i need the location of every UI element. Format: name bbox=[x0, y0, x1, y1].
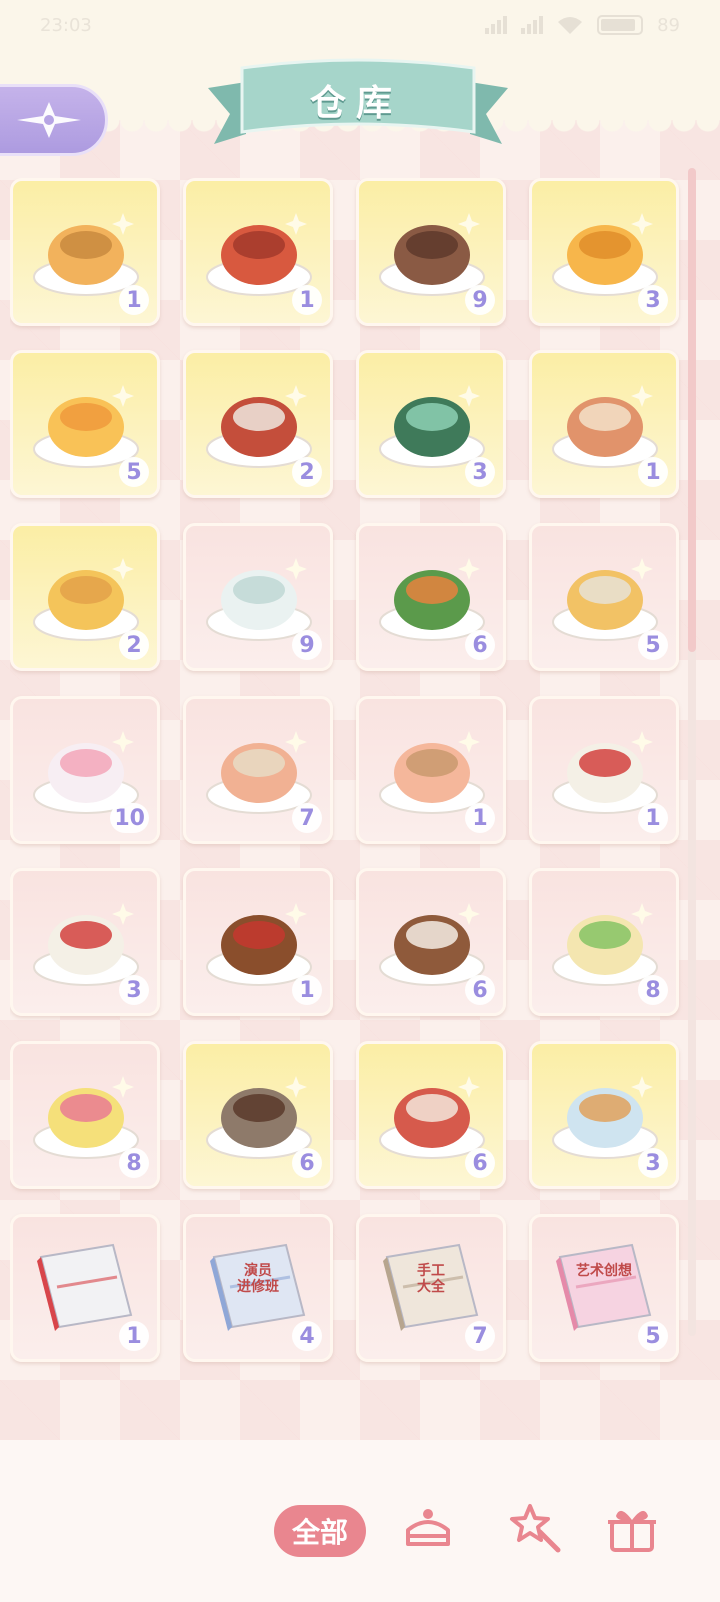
item-tile[interactable]: 1 bbox=[183, 868, 333, 1016]
item-count-badge: 3 bbox=[638, 1148, 668, 1178]
item-tile[interactable]: 3 bbox=[356, 350, 506, 498]
item-tile[interactable]: 8 bbox=[529, 868, 679, 1016]
tab-all[interactable]: 全部 bbox=[274, 1505, 366, 1557]
book-title-label: 演员 进修班 bbox=[237, 1263, 279, 1295]
item-count-badge: 9 bbox=[465, 285, 495, 315]
item-count-badge: 9 bbox=[292, 630, 322, 660]
item-count-badge: 8 bbox=[638, 975, 668, 1005]
item-tile[interactable]: 3 bbox=[529, 178, 679, 326]
item-tile[interactable]: 9 bbox=[356, 178, 506, 326]
item-count-badge: 6 bbox=[292, 1148, 322, 1178]
item-tile[interactable]: 5 bbox=[529, 523, 679, 671]
page-title: 仓库 bbox=[309, 83, 402, 124]
item-count-badge: 2 bbox=[119, 630, 149, 660]
signal-icon bbox=[485, 16, 508, 34]
item-count-badge: 1 bbox=[119, 1321, 149, 1351]
signal-icon-2 bbox=[521, 16, 544, 34]
item-tile[interactable]: 6 bbox=[356, 1041, 506, 1189]
item-count-badge: 1 bbox=[638, 457, 668, 487]
item-tile[interactable]: 3 bbox=[10, 868, 160, 1016]
status-bar: 23:03 89 bbox=[0, 0, 720, 50]
item-tile[interactable]: 2 bbox=[183, 350, 333, 498]
item-tile[interactable]: 3 bbox=[529, 1041, 679, 1189]
item-tile[interactable]: 1 bbox=[10, 178, 160, 326]
item-count-badge: 7 bbox=[465, 1321, 495, 1351]
item-count-badge: 1 bbox=[292, 285, 322, 315]
item-count-badge: 1 bbox=[119, 285, 149, 315]
status-time: 23:03 bbox=[40, 14, 92, 36]
item-count-badge: 5 bbox=[638, 1321, 668, 1351]
item-count-badge: 5 bbox=[119, 457, 149, 487]
item-grid: 1 1 9 3 5 2 3 1 2 9 6 5 10 7 1 1 3 1 6 8 8 6 6 3 1 演员 进修班 4 手工 大全 7 艺… bbox=[10, 178, 690, 1368]
item-tile[interactable]: 10 bbox=[10, 696, 160, 844]
item-tile[interactable]: 1 bbox=[356, 696, 506, 844]
book-title-label: 手工 大全 bbox=[417, 1263, 445, 1295]
item-count-badge: 1 bbox=[292, 975, 322, 1005]
item-count-badge: 7 bbox=[292, 803, 322, 833]
tab-magic-wand-icon[interactable] bbox=[508, 1500, 564, 1556]
item-count-badge: 6 bbox=[465, 1148, 495, 1178]
item-count-badge: 6 bbox=[465, 630, 495, 660]
item-count-badge: 8 bbox=[119, 1148, 149, 1178]
item-tile[interactable]: 1 bbox=[183, 178, 333, 326]
item-tile[interactable]: 1 bbox=[529, 350, 679, 498]
item-tile[interactable]: 5 bbox=[10, 350, 160, 498]
item-count-badge: 3 bbox=[465, 457, 495, 487]
book-title-label: 艺术创想 bbox=[576, 1263, 632, 1279]
item-tile[interactable]: 1 bbox=[10, 1214, 160, 1362]
item-count-badge: 10 bbox=[110, 803, 149, 833]
battery-icon bbox=[597, 15, 644, 35]
item-count-badge: 4 bbox=[292, 1321, 322, 1351]
item-count-badge: 1 bbox=[465, 803, 495, 833]
item-tile[interactable]: 手工 大全 7 bbox=[356, 1214, 506, 1362]
item-count-badge: 2 bbox=[292, 457, 322, 487]
compass-star-icon bbox=[17, 102, 81, 138]
item-count-badge: 6 bbox=[465, 975, 495, 1005]
status-icons: 89 bbox=[485, 15, 680, 36]
item-tile[interactable]: 7 bbox=[183, 696, 333, 844]
tab-gift-box-icon[interactable] bbox=[604, 1500, 660, 1556]
item-tile[interactable]: 8 bbox=[10, 1041, 160, 1189]
wifi-icon bbox=[558, 17, 583, 34]
item-count-badge: 3 bbox=[638, 285, 668, 315]
item-tile[interactable]: 演员 进修班 4 bbox=[183, 1214, 333, 1362]
back-button[interactable] bbox=[0, 84, 108, 156]
item-tile[interactable]: 6 bbox=[183, 1041, 333, 1189]
item-tile[interactable]: 6 bbox=[356, 868, 506, 1016]
tab-food-cake-icon[interactable] bbox=[400, 1500, 456, 1556]
item-tile[interactable]: 1 bbox=[529, 696, 679, 844]
item-tile[interactable]: 9 bbox=[183, 523, 333, 671]
item-tile[interactable]: 6 bbox=[356, 523, 506, 671]
item-count-badge: 1 bbox=[638, 803, 668, 833]
item-tile[interactable]: 2 bbox=[10, 523, 160, 671]
scrollbar-thumb[interactable] bbox=[688, 168, 696, 652]
item-tile[interactable]: 艺术创想 5 bbox=[529, 1214, 679, 1362]
item-count-badge: 3 bbox=[119, 975, 149, 1005]
item-count-badge: 5 bbox=[638, 630, 668, 660]
battery-level: 89 bbox=[657, 14, 680, 36]
